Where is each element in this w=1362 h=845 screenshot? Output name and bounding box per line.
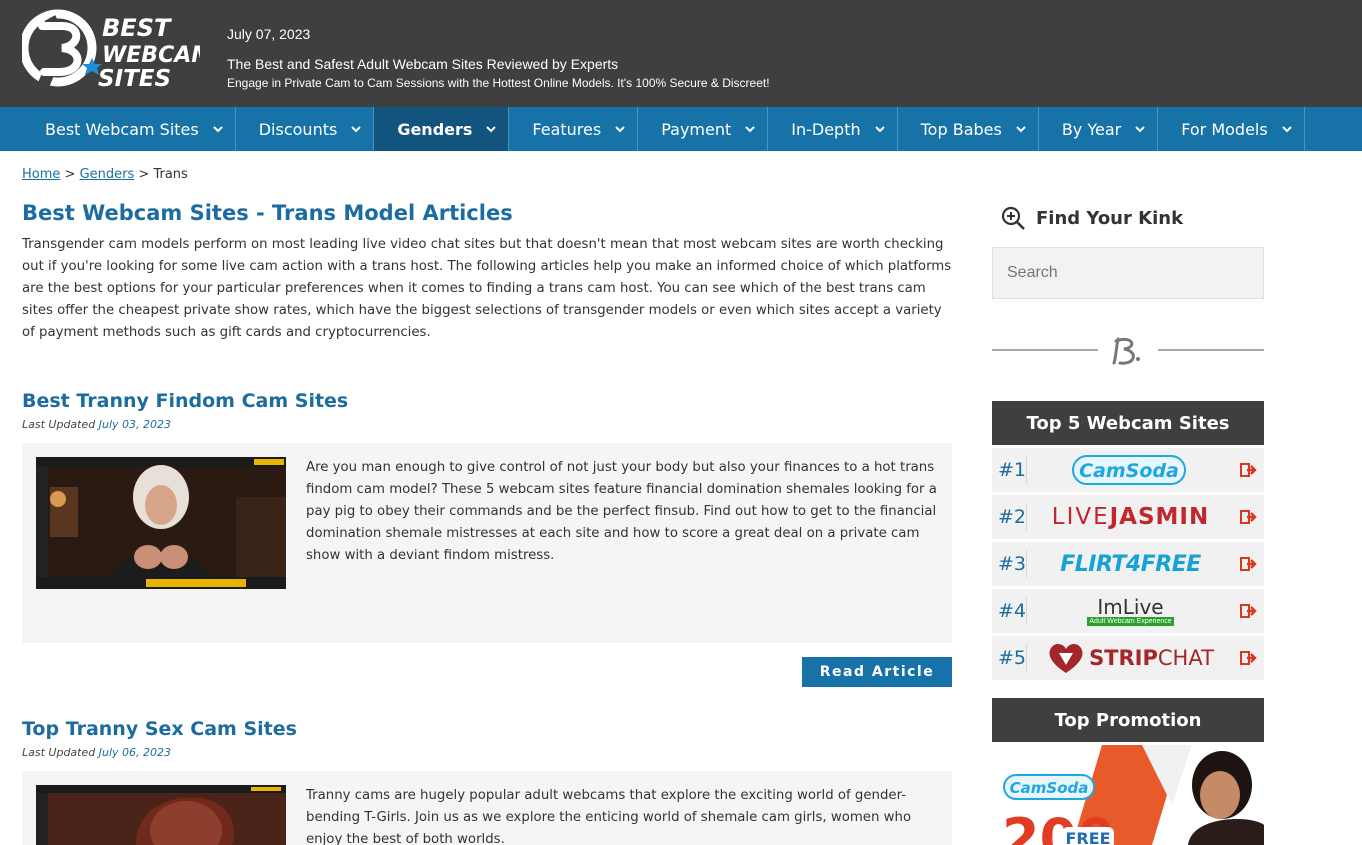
logo-divider [992, 337, 1264, 365]
sign-in-icon[interactable] [1234, 448, 1264, 492]
nav-label: Genders [397, 119, 473, 139]
header-date: July 07, 2023 [227, 26, 311, 42]
article-thumbnail[interactable] [36, 457, 286, 589]
flirt4free-logo-text: FLIRT4FREE [1060, 551, 1201, 577]
article-title[interactable]: Best Tranny Findom Cam Sites [22, 390, 348, 412]
chevron-down-icon [1016, 126, 1026, 133]
rank-number: #3 [992, 550, 1027, 578]
rank-number: #5 [992, 644, 1027, 672]
chevron-down-icon [1135, 126, 1145, 133]
rank-number: #1 [992, 456, 1027, 484]
article-excerpt: Tranny cams are hugely popular adult web… [306, 788, 912, 845]
header-subtagline: Engage in Private Cam to Cam Sessions wi… [227, 76, 770, 90]
promo-brand: CamSoda [1010, 779, 1089, 797]
breadcrumb: Home > Genders > Trans [22, 167, 188, 182]
breadcrumb-separator: > [138, 167, 150, 182]
breadcrumb-separator: > [64, 167, 76, 182]
sign-in-icon[interactable] [1234, 495, 1264, 539]
chevron-down-icon [874, 126, 885, 133]
logo-text-webcam: WEBCAM [102, 43, 200, 68]
flirt4free-logo[interactable]: FLIRT4FREE [1027, 542, 1234, 586]
article-card: Tranny cams are hugely popular adult web… [22, 771, 952, 845]
top-site-row[interactable]: #4 ImLive Adult Webcam Experience [992, 589, 1264, 633]
site-header: BEST WEBCAM SITES July 07, 2023 The Best… [0, 0, 1362, 107]
camsoda-logo[interactable]: CamSoda [1027, 448, 1234, 492]
nav-item-payment[interactable]: Payment [638, 107, 769, 151]
updated-date: July 06, 2023 [98, 746, 171, 759]
kink-title: Find Your Kink [1036, 207, 1184, 229]
chevron-down-icon [1281, 126, 1292, 133]
article-updated: Last Updated July 03, 2023 [22, 418, 171, 431]
livejasmin-logo-jasmin: JASMIN [1109, 504, 1210, 530]
sign-in-icon[interactable] [1234, 589, 1264, 633]
nav-item-in-depth[interactable]: In-Depth [768, 107, 898, 151]
article-card: Are you man enough to give control of no… [22, 443, 952, 643]
breadcrumb-current: Trans [153, 167, 188, 182]
logo-text-best: BEST [102, 14, 172, 42]
nav-item-discounts[interactable]: Discounts [236, 107, 375, 151]
top-site-row[interactable]: #2 LIVE JASMIN [992, 495, 1264, 539]
zoom-in-icon [1001, 206, 1025, 230]
nav-item-for-models[interactable]: For Models [1158, 107, 1305, 151]
stripchat-logo-strip: STRIP [1089, 646, 1158, 670]
intro-text: Transgender cam models perform on most l… [22, 237, 952, 340]
nav-label: Discounts [258, 119, 338, 139]
chevron-down-icon [486, 126, 497, 133]
stripchat-logo[interactable]: STRIP CHAT [1027, 636, 1234, 680]
nav-label: In-Depth [791, 119, 861, 139]
nav-label: By Year [1061, 119, 1122, 139]
top-5-heading: Top 5 Webcam Sites [992, 401, 1264, 445]
page-title: Best Webcam Sites - Trans Model Articles [22, 201, 513, 225]
stripchat-logo-chat: CHAT [1157, 646, 1214, 670]
article-title[interactable]: Top Tranny Sex Cam Sites [22, 718, 297, 740]
top-site-row[interactable]: #3 FLIRT4FREE [992, 542, 1264, 586]
imlive-logo[interactable]: ImLive Adult Webcam Experience [1027, 589, 1234, 633]
nav-item-features[interactable]: Features [509, 107, 639, 151]
top-promotion-heading: Top Promotion [992, 698, 1264, 742]
chevron-down-icon [351, 126, 362, 133]
sign-in-icon[interactable] [1234, 636, 1264, 680]
find-your-kink-heading: Find Your Kink [992, 203, 1264, 233]
livejasmin-logo[interactable]: LIVE JASMIN [1027, 495, 1234, 539]
logo-text-sites: SITES [98, 66, 171, 92]
chevron-down-icon [745, 126, 755, 133]
nav-item-genders[interactable]: Genders [374, 107, 510, 151]
nav-item-top-babes[interactable]: Top Babes [898, 107, 1039, 151]
nav-label: Best Webcam Sites [45, 119, 199, 139]
sign-in-icon[interactable] [1234, 542, 1264, 586]
main-nav: Best Webcam Sites Discounts Genders Feat… [0, 107, 1362, 151]
stripchat-heart-icon [1049, 643, 1083, 673]
livejasmin-logo-live: LIVE [1051, 504, 1110, 530]
updated-date: July 03, 2023 [98, 418, 171, 431]
promo-free: FREE [1065, 829, 1110, 845]
site-logo[interactable]: BEST WEBCAM SITES [22, 6, 200, 92]
updated-prefix: Last Updated [22, 418, 96, 431]
top-site-row[interactable]: #5 STRIP CHAT [992, 636, 1264, 680]
search-input[interactable] [992, 247, 1264, 299]
nav-label: Payment [661, 119, 732, 139]
nav-label: Features [532, 119, 602, 139]
promotion-banner[interactable]: CamSoda 200 FREE [992, 745, 1264, 845]
read-article-button[interactable]: Read Article [802, 657, 952, 687]
rank-number: #4 [992, 597, 1027, 625]
article-thumbnail[interactable] [36, 785, 286, 845]
camsoda-logo-text: CamSoda [1079, 460, 1179, 482]
article-excerpt: Are you man enough to give control of no… [306, 460, 937, 563]
article-updated: Last Updated July 06, 2023 [22, 746, 171, 759]
chevron-down-icon [213, 126, 223, 133]
imlive-logo-sub: Adult Webcam Experience [1087, 616, 1174, 626]
nav-label: Top Babes [920, 119, 1002, 139]
rank-number: #2 [992, 503, 1027, 531]
nav-label: For Models [1181, 119, 1268, 139]
nav-item-best-webcam-sites[interactable]: Best Webcam Sites [22, 107, 236, 151]
updated-prefix: Last Updated [22, 746, 96, 759]
top-site-row[interactable]: #1 CamSoda [992, 448, 1264, 492]
nav-item-by-year[interactable]: By Year [1039, 107, 1159, 151]
breadcrumb-genders-link[interactable]: Genders [80, 167, 135, 182]
imlive-logo-text: ImLive [1097, 594, 1164, 619]
breadcrumb-home-link[interactable]: Home [22, 167, 60, 182]
chevron-down-icon [615, 126, 625, 133]
header-tagline: The Best and Safest Adult Webcam Sites R… [227, 56, 619, 72]
